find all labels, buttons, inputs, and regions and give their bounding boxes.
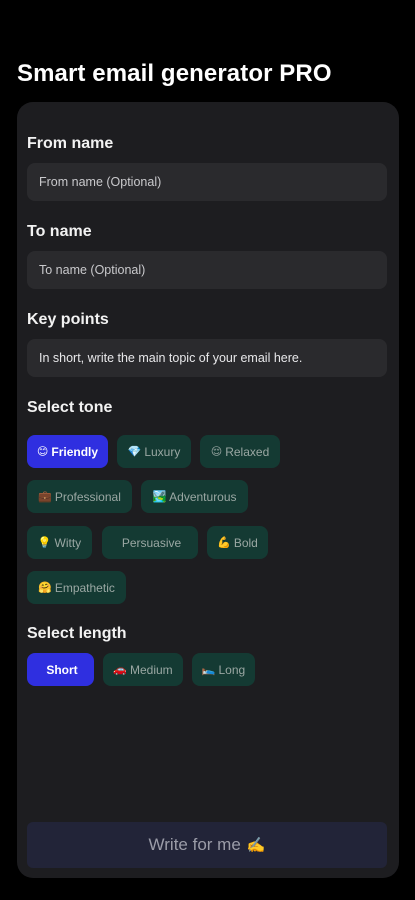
to-name-input[interactable] [27,251,387,289]
tone-chip-label: Adventurous [169,489,237,504]
tone-chip-label: Professional [54,489,121,504]
landscape-emoji-icon: 🏞️ [152,491,167,503]
tone-chip-label: Luxury [144,444,181,459]
car-emoji-icon: 🚗 [113,664,127,676]
tone-chip-witty[interactable]: 💡 Witty [27,526,92,559]
page-title: Smart email generator PRO [17,60,332,87]
tone-chip-adventurous[interactable]: 🏞️ Adventurous [141,480,248,513]
bed-emoji-icon: 🛌 [201,664,216,676]
briefcase-emoji-icon: 💼 [38,491,52,503]
length-chip-long[interactable]: 🛌 Long [192,653,255,686]
tone-chip-label: Empathetic [54,580,115,595]
tone-chip-professional[interactable]: 💼 Professional [27,480,132,513]
to-name-label: To name [27,223,92,240]
tone-chip-empathetic[interactable]: 🤗 Empathetic [27,571,126,604]
length-chip-label: Short [46,662,78,677]
app-screen: Smart email generator PRO From name To n… [0,0,415,900]
tone-chip-bold[interactable]: 💪 Bold [207,526,268,559]
tone-chip-relaxed[interactable]: 😌 Relaxed [200,435,280,468]
write-for-me-button[interactable]: Write for me ✍️ [27,822,387,868]
tone-chip-friendly[interactable]: 😊 Friendly [27,435,108,468]
smile-emoji-icon: 😊 [36,446,49,458]
email-form-card: From name To name Key points Select tone… [17,102,399,878]
length-chip-medium[interactable]: 🚗 Medium [103,653,183,686]
hugging-emoji-icon: 🤗 [38,582,52,594]
length-chip-label: Long [218,662,246,677]
length-chip-label: Medium [130,662,173,677]
tone-chip-label: Witty [54,535,82,550]
lightbulb-emoji-icon: 💡 [37,537,52,549]
writing-hand-icon: ✍️ [246,837,266,854]
diamond-emoji-icon: 💎 [127,446,142,458]
from-name-input[interactable] [27,163,387,201]
tone-chip-persuasive[interactable]: Persuasive [102,526,198,559]
tone-chip-label: Friendly [51,444,99,459]
tone-chip-label: Bold [233,535,258,550]
flexed-biceps-emoji-icon: 💪 [217,537,231,549]
tone-chip-luxury[interactable]: 💎 Luxury [117,435,191,468]
relieved-emoji-icon: 😌 [210,446,223,458]
key-points-label: Key points [27,311,109,328]
tone-chip-label: Persuasive [121,535,182,550]
key-points-input[interactable] [27,339,387,377]
length-chip-short[interactable]: Short [27,653,94,686]
select-length-label: Select length [27,625,127,642]
write-for-me-label: Write for me [148,835,241,854]
select-tone-label: Select tone [27,399,113,416]
tone-chip-label: Relaxed [225,444,270,459]
from-name-label: From name [27,135,114,152]
